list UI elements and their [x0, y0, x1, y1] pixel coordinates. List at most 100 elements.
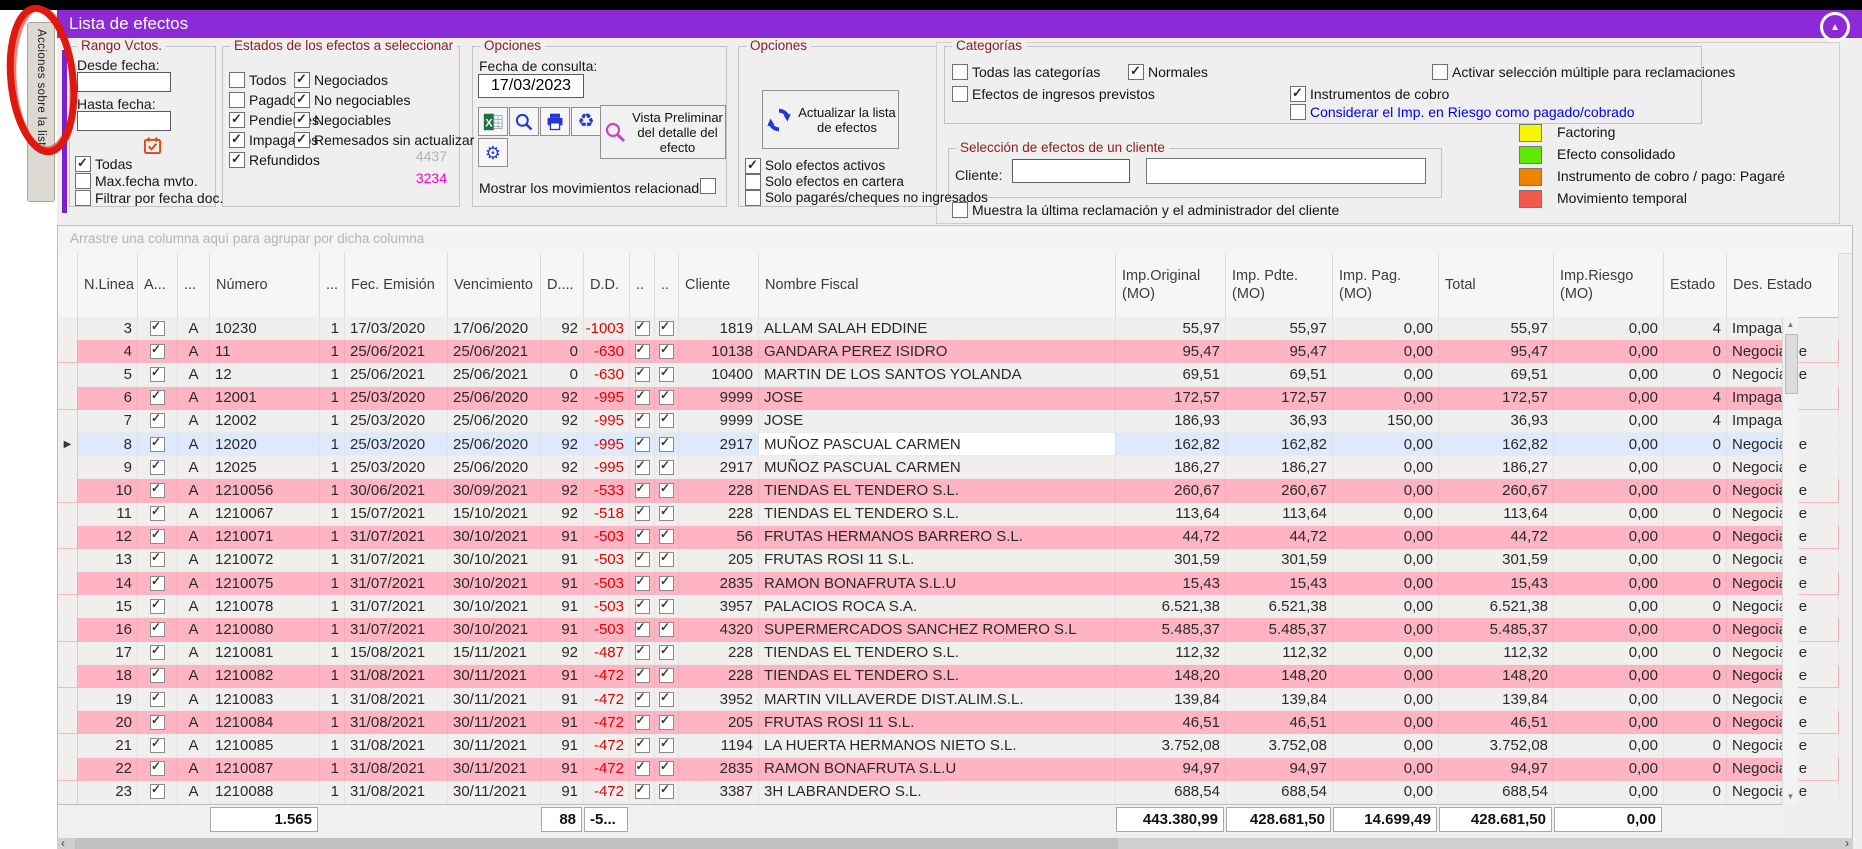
row-flag-checkbox[interactable] — [659, 759, 674, 777]
cell-cliente[interactable]: 3957 — [679, 595, 759, 619]
cell-emi[interactable]: 25/06/2021 — [345, 340, 448, 364]
cell-n[interactable]: 11 — [78, 502, 138, 526]
cell-total[interactable]: 139,84 — [1439, 688, 1554, 712]
cell-pdte[interactable]: 15,43 — [1226, 572, 1333, 596]
cell-emi[interactable]: 25/03/2020 — [345, 409, 448, 433]
cell-orig[interactable]: 112,32 — [1116, 641, 1226, 665]
cell-orig[interactable]: 6.521,38 — [1116, 595, 1226, 619]
cell-pag[interactable]: 0,00 — [1333, 432, 1439, 457]
cell-check[interactable] — [138, 548, 178, 573]
column-header-c1[interactable]: .. — [630, 253, 655, 317]
cell-numero[interactable]: 1210080 — [210, 618, 320, 642]
cell-numero[interactable]: 1210078 — [210, 595, 320, 619]
cell-emi[interactable]: 31/08/2021 — [345, 711, 448, 735]
cell-d[interactable]: 92 — [541, 456, 584, 480]
cell-c2[interactable] — [655, 363, 679, 387]
activar-seleccion-checkbox[interactable] — [1432, 64, 1448, 80]
cell-letter[interactable]: A — [178, 780, 210, 804]
cell-riesgo[interactable]: 0,00 — [1554, 618, 1664, 642]
cell-emi[interactable]: 31/08/2021 — [345, 780, 448, 804]
cell-ven[interactable]: 25/06/2020 — [448, 386, 541, 410]
cell-check[interactable] — [138, 572, 178, 596]
cell-d[interactable]: 91 — [541, 664, 584, 688]
cell-emi[interactable]: 31/07/2021 — [345, 595, 448, 619]
cell-c2[interactable] — [655, 734, 679, 758]
cell-orig[interactable]: 301,59 — [1116, 548, 1226, 573]
cell-c2[interactable] — [655, 456, 679, 480]
filtrar-fecha-checkbox[interactable] — [75, 190, 91, 206]
cell-cliente[interactable]: 2917 — [679, 432, 759, 457]
column-header-c2[interactable]: .. — [655, 253, 679, 317]
row-flag-checkbox[interactable] — [634, 620, 650, 638]
cell-c1[interactable] — [630, 595, 655, 619]
cell-orig[interactable]: 95,47 — [1116, 340, 1226, 364]
scroll-up-icon[interactable]: ▲ — [1783, 317, 1798, 332]
cell-numero[interactable]: 1210075 — [210, 572, 320, 596]
cell-pag[interactable]: 0,00 — [1333, 340, 1439, 364]
cell-nombre[interactable]: MUÑOZ PASCUAL CARMEN — [759, 456, 1116, 480]
cell-n[interactable]: 5 — [78, 363, 138, 387]
cell-n[interactable]: 7 — [78, 409, 138, 433]
cell-estado[interactable]: 4 — [1664, 317, 1727, 341]
cell-c1[interactable] — [630, 780, 655, 804]
cell-estado[interactable]: 0 — [1664, 664, 1727, 688]
cell-check[interactable] — [138, 502, 178, 526]
cell-pdte[interactable]: 688,54 — [1226, 780, 1333, 804]
column-header-des[interactable]: Des. Estado — [1727, 253, 1839, 317]
cell-uno[interactable]: 1 — [320, 757, 345, 781]
row-indicator[interactable]: ▶ — [58, 432, 78, 457]
cell-orig[interactable]: 15,43 — [1116, 572, 1226, 596]
cell-total[interactable]: 301,59 — [1439, 548, 1554, 573]
row-indicator[interactable] — [58, 572, 78, 596]
cell-nombre[interactable]: TIENDAS EL TENDERO S.L. — [759, 664, 1116, 688]
cell-numero[interactable]: 10230 — [210, 317, 320, 341]
row-flag-checkbox[interactable] — [659, 782, 674, 800]
row-flag-checkbox[interactable] — [634, 666, 650, 684]
cell-ven[interactable]: 30/11/2021 — [448, 734, 541, 758]
cell-emi[interactable]: 30/06/2021 — [345, 479, 448, 503]
cell-ven[interactable]: 30/11/2021 — [448, 757, 541, 781]
cell-pdte[interactable]: 186,27 — [1226, 456, 1333, 480]
cell-ven[interactable]: 30/10/2021 — [448, 618, 541, 642]
export-excel-button[interactable]: X — [478, 107, 508, 136]
cell-estado[interactable]: 0 — [1664, 432, 1727, 457]
cell-uno[interactable]: 1 — [320, 386, 345, 410]
row-flag-checkbox[interactable] — [659, 690, 674, 707]
cell-pdte[interactable]: 139,84 — [1226, 688, 1333, 712]
cell-d[interactable]: 91 — [541, 595, 584, 619]
cell-estado[interactable]: 0 — [1664, 479, 1727, 503]
cell-total[interactable]: 15,43 — [1439, 572, 1554, 596]
cell-letter[interactable]: A — [178, 317, 210, 341]
estado-checkbox-refundidos[interactable] — [229, 151, 245, 168]
cell-pag[interactable]: 150,00 — [1333, 409, 1439, 433]
cell-c2[interactable] — [655, 618, 679, 642]
cell-dd[interactable]: -472 — [584, 664, 630, 688]
cell-total[interactable]: 44,72 — [1439, 525, 1554, 549]
cell-numero[interactable]: 1210056 — [210, 479, 320, 503]
cell-d[interactable]: 92 — [541, 386, 584, 410]
cell-numero[interactable]: 1210085 — [210, 734, 320, 758]
row-select-checkbox[interactable] — [150, 550, 165, 568]
estado-checkbox-pagados[interactable] — [229, 92, 245, 108]
cell-c2[interactable] — [655, 780, 679, 804]
cell-c1[interactable] — [630, 409, 655, 433]
cell-c2[interactable] — [655, 479, 679, 503]
cell-riesgo[interactable]: 0,00 — [1554, 363, 1664, 387]
cell-riesgo[interactable]: 0,00 — [1554, 386, 1664, 410]
cell-pag[interactable]: 0,00 — [1333, 734, 1439, 758]
cell-total[interactable]: 260,67 — [1439, 479, 1554, 503]
cell-nombre[interactable]: MARTIN DE LOS SANTOS YOLANDA — [759, 363, 1116, 387]
cell-numero[interactable]: 11 — [210, 340, 320, 364]
cell-n[interactable]: 9 — [78, 456, 138, 480]
cell-estado[interactable]: 0 — [1664, 595, 1727, 619]
cell-dd[interactable]: -630 — [584, 363, 630, 387]
calendar-icon[interactable] — [143, 136, 162, 160]
cell-total[interactable]: 172,57 — [1439, 386, 1554, 410]
cell-d[interactable]: 92 — [541, 409, 584, 433]
cell-d[interactable]: 91 — [541, 572, 584, 596]
row-indicator[interactable] — [58, 688, 78, 712]
estado-checkbox-impagados[interactable] — [229, 131, 245, 148]
column-header-uno[interactable]: ... — [320, 253, 345, 317]
row-select-checkbox[interactable] — [150, 666, 165, 684]
row-select-checkbox[interactable] — [150, 388, 165, 406]
